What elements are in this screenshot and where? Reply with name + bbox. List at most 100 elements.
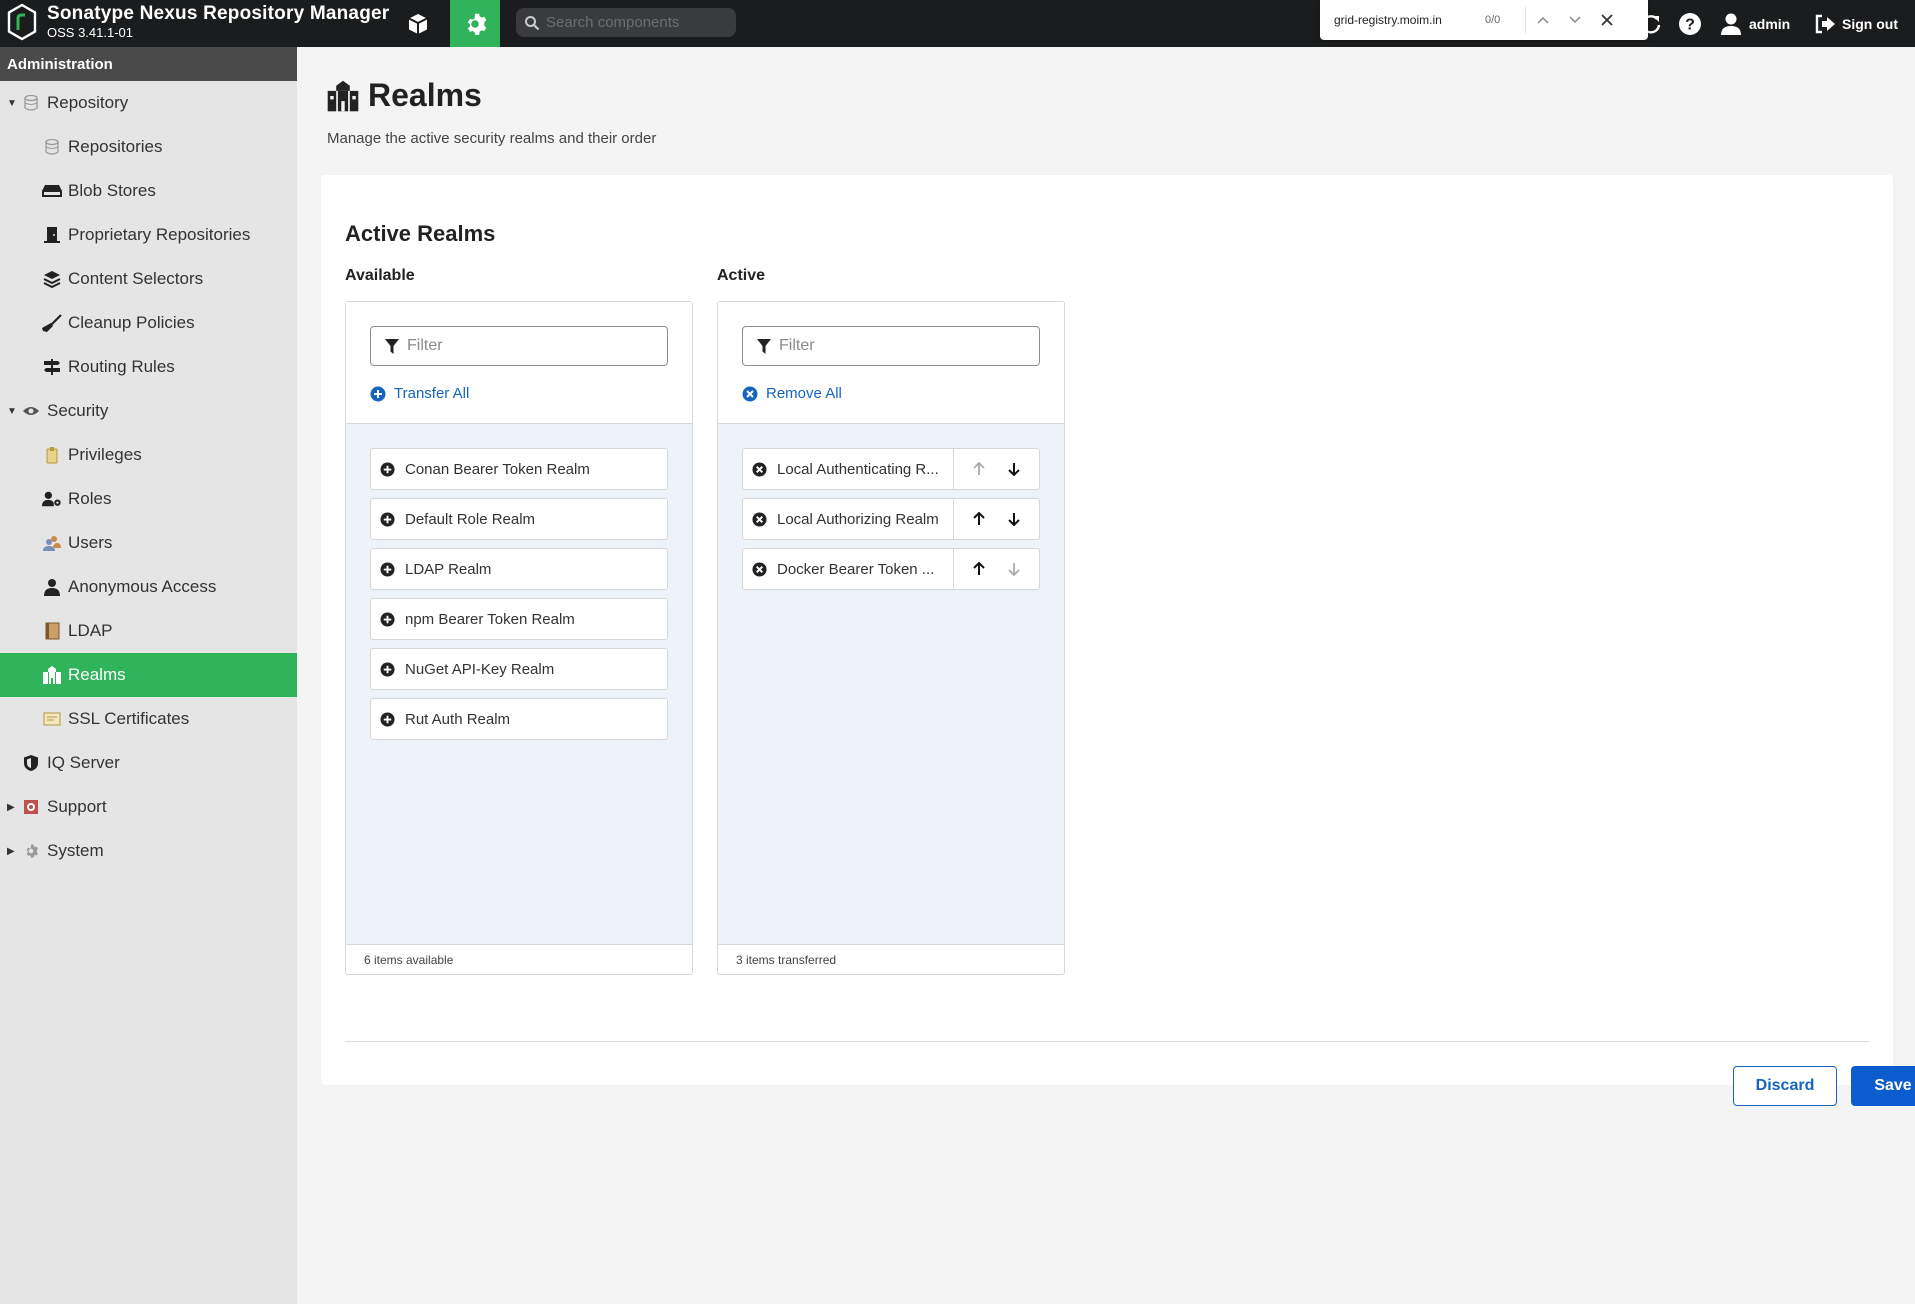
- sidebar-item-label: Security: [47, 401, 109, 420]
- sidebar-item-privileges[interactable]: Privileges: [0, 433, 297, 477]
- available-list: Conan Bearer Token Realm Default Role Re…: [346, 424, 692, 944]
- active-realm-item[interactable]: Local Authenticating R...: [742, 448, 1040, 490]
- active-realm-item[interactable]: Local Authorizing Realm: [742, 498, 1040, 540]
- brand[interactable]: Sonatype Nexus Repository Manager OSS 3.…: [6, 3, 389, 41]
- sidebar-item-repository[interactable]: ▼ Repository: [0, 81, 297, 125]
- user-icon: [1721, 13, 1741, 35]
- move-up-button[interactable]: [968, 508, 990, 530]
- sidebar-item-iq-server[interactable]: ▶ IQ Server: [0, 741, 297, 785]
- shield-icon: [21, 753, 41, 773]
- available-realm-item[interactable]: Rut Auth Realm: [370, 698, 668, 740]
- help-icon: ?: [1679, 12, 1701, 35]
- available-realm-item[interactable]: npm Bearer Token Realm: [370, 598, 668, 640]
- x-circle-icon[interactable]: [751, 511, 767, 527]
- layers-icon: [42, 269, 62, 289]
- save-button[interactable]: Save: [1851, 1066, 1915, 1106]
- sidebar-item-security[interactable]: ▼ Security: [0, 389, 297, 433]
- sidebar-item-routing-rules[interactable]: Routing Rules: [0, 345, 297, 389]
- active-count: 3 items transferred: [718, 944, 1064, 974]
- x-circle-icon[interactable]: [751, 561, 767, 577]
- realm-label: Docker Bearer Token ...: [777, 560, 935, 578]
- sidebar-item-ldap[interactable]: LDAP: [0, 609, 297, 653]
- user-menu[interactable]: admin: [1720, 0, 1790, 47]
- caret-down-icon[interactable]: ▼: [7, 406, 21, 417]
- sidebar-item-label: SSL Certificates: [68, 709, 190, 728]
- search-input[interactable]: [546, 14, 726, 31]
- x-circle-icon[interactable]: [751, 461, 767, 477]
- find-previous-button[interactable]: [1528, 5, 1558, 35]
- signpost-icon: [42, 357, 62, 377]
- sidebar-item-label: LDAP: [68, 621, 113, 640]
- move-down-button[interactable]: [1003, 508, 1025, 530]
- sign-out-icon: [1815, 14, 1835, 33]
- sidebar-item-realms[interactable]: Realms: [0, 653, 297, 697]
- section-title: Active Realms: [345, 221, 496, 246]
- transfer-all-label: Transfer All: [394, 385, 470, 402]
- help-button[interactable]: ?: [1678, 0, 1702, 47]
- realm-label: Default Role Realm: [405, 510, 536, 528]
- database-icon: [42, 137, 62, 157]
- discard-button[interactable]: Discard: [1733, 1066, 1837, 1106]
- move-down-button[interactable]: [1003, 558, 1025, 580]
- realm-label: NuGet API-Key Realm: [405, 660, 555, 678]
- find-in-page-bar: 0/0: [1320, 0, 1648, 40]
- sidebar-header: Administration: [0, 47, 297, 81]
- arrow-down-icon: [1008, 563, 1020, 576]
- active-filter-input[interactable]: [779, 337, 1019, 355]
- sidebar-item-users[interactable]: Users: [0, 521, 297, 565]
- caret-down-icon[interactable]: ▼: [7, 98, 21, 109]
- caret-right-icon[interactable]: ▶: [7, 846, 21, 857]
- sidebar-item-cleanup-policies[interactable]: Cleanup Policies: [0, 301, 297, 345]
- gear-icon: [467, 13, 487, 35]
- move-up-button[interactable]: [968, 558, 990, 580]
- cube-icon: [408, 13, 428, 34]
- administration-button[interactable]: [450, 0, 500, 47]
- remove-all-button[interactable]: Remove All: [742, 385, 842, 402]
- available-count: 6 items available: [346, 944, 692, 974]
- sidebar-item-label: Cleanup Policies: [68, 313, 195, 332]
- find-next-button[interactable]: [1560, 5, 1590, 35]
- find-input[interactable]: [1334, 13, 1479, 27]
- available-filter-input[interactable]: [407, 337, 647, 355]
- transfer-all-button[interactable]: Transfer All: [370, 385, 469, 402]
- sidebar-item-repositories[interactable]: Repositories: [0, 125, 297, 169]
- chevron-down-icon: [1569, 16, 1581, 24]
- search-box[interactable]: [516, 8, 736, 37]
- plus-circle-icon: [370, 386, 386, 401]
- sidebar-item-ssl-certificates[interactable]: SSL Certificates: [0, 697, 297, 741]
- eye-icon: [21, 401, 41, 421]
- plus-circle-icon: [379, 611, 395, 627]
- sidebar-item-label: Privileges: [68, 445, 142, 464]
- filter-icon: [385, 338, 399, 354]
- available-realm-item[interactable]: LDAP Realm: [370, 548, 668, 590]
- realms-card: Active Realms Available Active Transfer …: [321, 175, 1915, 1106]
- sidebar-item-support[interactable]: ▶ Support: [0, 785, 297, 829]
- active-label: Active: [717, 267, 766, 284]
- sidebar-item-label: Support: [47, 797, 107, 816]
- certificate-icon: [42, 709, 62, 729]
- sidebar-item-content-selectors[interactable]: Content Selectors: [0, 257, 297, 301]
- sidebar-item-anonymous-access[interactable]: Anonymous Access: [0, 565, 297, 609]
- sidebar-item-proprietary-repositories[interactable]: Proprietary Repositories: [0, 213, 297, 257]
- move-down-button[interactable]: [1003, 458, 1025, 480]
- sidebar-item-roles[interactable]: Roles: [0, 477, 297, 521]
- page-title: Realms: [368, 77, 482, 113]
- top-bar: Sonatype Nexus Repository Manager OSS 3.…: [0, 0, 1915, 47]
- sign-out-button[interactable]: Sign out: [1814, 0, 1898, 47]
- filter-icon: [757, 338, 771, 354]
- available-filter[interactable]: [370, 326, 668, 366]
- reorder-controls: [953, 499, 1039, 539]
- arrow-up-icon: [973, 562, 985, 575]
- move-up-button[interactable]: [968, 458, 990, 480]
- realm-label: LDAP Realm: [405, 560, 492, 578]
- available-realm-item[interactable]: Conan Bearer Token Realm: [370, 448, 668, 490]
- active-realm-item[interactable]: Docker Bearer Token ...: [742, 548, 1040, 590]
- sidebar-item-blob-stores[interactable]: Blob Stores: [0, 169, 297, 213]
- active-filter[interactable]: [742, 326, 1040, 366]
- available-realm-item[interactable]: NuGet API-Key Realm: [370, 648, 668, 690]
- browse-button[interactable]: [393, 0, 443, 47]
- sidebar-item-system[interactable]: ▶ System: [0, 829, 297, 873]
- caret-right-icon[interactable]: ▶: [7, 802, 21, 813]
- available-realm-item[interactable]: Default Role Realm: [370, 498, 668, 540]
- find-close-button[interactable]: [1592, 5, 1622, 35]
